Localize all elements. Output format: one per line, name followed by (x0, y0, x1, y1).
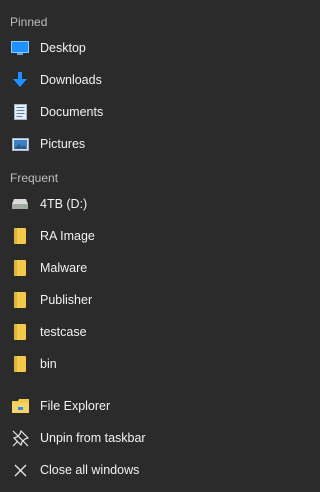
desktop-icon (10, 38, 30, 58)
pinned-item-downloads[interactable]: Downloads (0, 64, 254, 96)
drive-icon (10, 194, 30, 214)
folder-icon (10, 290, 30, 310)
file-explorer-icon (10, 396, 30, 416)
task-label: Unpin from taskbar (40, 431, 146, 445)
frequent-item-folder[interactable]: testcase (0, 316, 254, 348)
frequent-item-folder[interactable]: Publisher (0, 284, 254, 316)
document-icon (10, 102, 30, 122)
task-label: Close all windows (40, 463, 140, 477)
frequent-item-label: 4TB (D:) (40, 197, 88, 211)
pictures-icon (10, 134, 30, 154)
frequent-header: Frequent (10, 171, 59, 185)
frequent-item-folder[interactable]: bin (0, 348, 254, 380)
frequent-item-label: testcase (40, 325, 87, 339)
folder-icon (10, 322, 30, 342)
frequent-item-drive[interactable]: 4TB (D:) (0, 188, 254, 220)
close-all-windows-task[interactable]: Close all windows (0, 454, 254, 486)
task-label: File Explorer (40, 399, 111, 413)
pinned-item-pictures[interactable]: Pictures (0, 128, 254, 160)
pinned-item-documents[interactable]: Documents (0, 96, 254, 128)
folder-icon (10, 258, 30, 278)
frequent-item-label: bin (40, 357, 57, 371)
download-arrow-icon (10, 70, 30, 90)
frequent-item-label: Publisher (40, 293, 93, 307)
frequent-item-label: Malware (40, 261, 88, 275)
file-explorer-task[interactable]: File Explorer (0, 390, 254, 422)
unpin-icon (10, 428, 30, 448)
unpin-from-taskbar-task[interactable]: Unpin from taskbar (0, 422, 254, 454)
folder-icon (10, 226, 30, 246)
frequent-item-folder[interactable]: RA Image (0, 220, 254, 252)
folder-icon (10, 354, 30, 374)
frequent-item-label: RA Image (40, 229, 95, 243)
task-list: File Explorer Unpin from taskbar Close a… (0, 390, 254, 486)
pinned-item-label: Pictures (40, 137, 86, 151)
pinned-item-desktop[interactable]: Desktop (0, 32, 254, 64)
close-icon (10, 460, 30, 480)
pinned-item-label: Desktop (40, 41, 86, 55)
taskbar-jump-list: Pinned Desktop Downloads Documents Pictu… (0, 0, 254, 492)
frequent-item-folder[interactable]: Malware (0, 252, 254, 284)
pinned-item-label: Documents (40, 105, 104, 119)
pinned-item-label: Downloads (40, 73, 102, 87)
pinned-header: Pinned (10, 15, 48, 29)
